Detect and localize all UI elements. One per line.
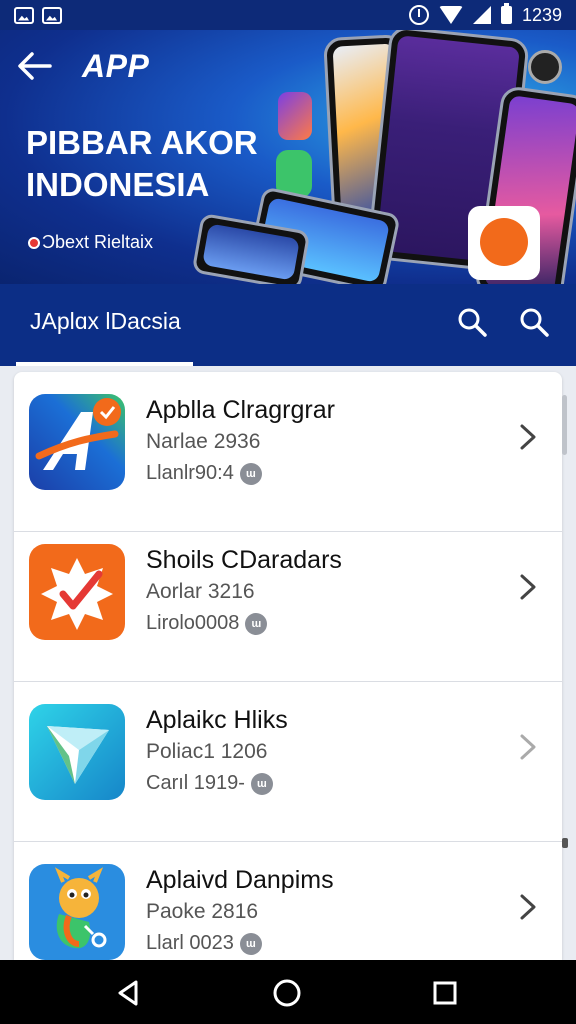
app-meta-text: Llanlr90:4 — [146, 462, 234, 484]
app-subtitle: Poliac1 1206 — [146, 740, 268, 763]
circle-home-icon — [273, 979, 301, 1007]
nav-home-button[interactable] — [270, 976, 304, 1010]
app-name: Apblla Clragrgrar — [146, 396, 335, 424]
search-button-secondary[interactable] — [518, 306, 554, 342]
red-dot-icon — [28, 236, 40, 249]
list-item[interactable]: Aplaivd Danpims Paoke 2816 Llarl 0023 ɯ — [14, 842, 562, 960]
scrollbar[interactable] — [562, 395, 567, 455]
rating-badge-icon: ɯ — [239, 462, 262, 485]
rating-badge-icon: ɯ — [250, 772, 273, 795]
arrow-left-icon — [18, 52, 52, 80]
gallery-notification-icon — [42, 6, 62, 24]
square-recents-icon — [433, 981, 457, 1005]
list-item[interactable]: Shoils CDaradars Aorlar 3216 Lirolo0008 … — [14, 522, 562, 682]
tab-indicator — [16, 362, 193, 366]
rating-badge-icon: ɯ — [245, 612, 268, 635]
tab-featured[interactable]: JAplɑx lDacsia — [16, 284, 193, 366]
app-name: Aplaivd Danpims — [146, 866, 334, 894]
camera-badge-icon — [528, 50, 562, 84]
gallery-notification-icon — [14, 6, 34, 24]
search-icon — [520, 308, 549, 337]
paper-plane-icon — [29, 704, 125, 800]
app-title: APP — [82, 48, 150, 84]
chevron-right-icon — [516, 892, 540, 922]
app-meta: Carıl 1919- ɯ — [146, 772, 273, 795]
rating-badge-icon: ɯ — [239, 932, 262, 955]
system-nav-bar — [0, 960, 576, 1024]
chevron-right-icon — [516, 572, 540, 602]
app-meta-text: Llarl 0023 — [146, 932, 234, 954]
battery-icon — [500, 3, 512, 24]
app-meta-text: Lirolo0008 — [146, 612, 240, 634]
back-button[interactable] — [16, 50, 56, 82]
stylized-a-icon — [29, 394, 125, 490]
app-list: Apblla Clragrgrar Narlae 2936 Llanlr90:4… — [14, 372, 562, 960]
chevron-right-icon — [516, 732, 540, 762]
hero-banner: APP PIBBAR AKOR INDONESIA Ɔbext Rieltaix — [0, 30, 576, 284]
tab-bar: JAplɑx lDacsia — [0, 284, 576, 366]
wifi-icon — [438, 6, 463, 24]
status-time: 1239 — [521, 4, 562, 25]
chevron-right-icon — [516, 422, 540, 452]
bird-mascot-icon — [29, 864, 125, 960]
nav-back-button[interactable] — [112, 976, 146, 1010]
app-name: Aplaikc Hliks — [146, 706, 288, 734]
app-name: Shoils CDaradars — [146, 546, 342, 574]
nav-recents-button[interactable] — [428, 976, 462, 1010]
list-item[interactable]: Apblla Clragrgrar Narlae 2936 Llanlr90:4… — [14, 372, 562, 532]
tab-label: JAplɑx lDacsia — [30, 308, 181, 334]
app-subtitle: Paoke 2816 — [146, 900, 259, 923]
search-button[interactable] — [456, 306, 492, 342]
hero-subtitle: Ɔbext Rieltaix — [28, 232, 153, 253]
app-meta: Lirolo0008 ɯ — [146, 612, 268, 635]
signal-icon — [472, 6, 491, 24]
hero-title: PIBBAR AKOR INDONESIA — [26, 124, 258, 203]
app-meta: Llanlr90:4 ɯ — [146, 462, 262, 485]
hero-subtitle-text: Ɔbext Rieltaix — [42, 232, 154, 252]
app-subtitle: Aorlar 3216 — [146, 580, 255, 603]
check-burst-icon — [29, 544, 125, 640]
app-meta-text: Carıl 1919- — [146, 772, 245, 794]
sports-app-icon — [468, 206, 540, 280]
status-bar: 1239 — [0, 0, 576, 30]
alarm-icon — [408, 5, 429, 25]
app-subtitle: Narlae 2936 — [146, 430, 261, 453]
triangle-back-icon — [118, 980, 138, 1006]
app-meta: Llarl 0023 ɯ — [146, 932, 262, 955]
search-icon — [458, 308, 487, 337]
scroll-indicator — [562, 838, 568, 848]
feather-app-icon — [278, 92, 312, 140]
list-item[interactable]: Aplaikc Hliks Poliac1 1206 Carıl 1919- ɯ — [14, 682, 562, 842]
